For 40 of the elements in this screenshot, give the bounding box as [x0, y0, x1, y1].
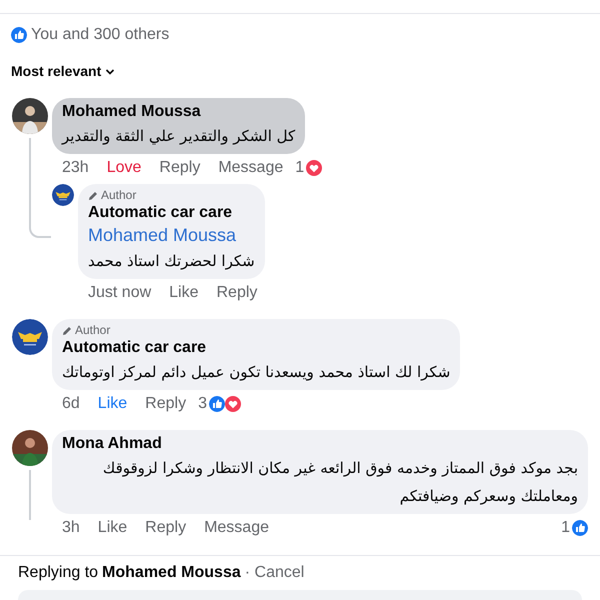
- reply-button[interactable]: Reply: [159, 158, 200, 178]
- message-button[interactable]: Message: [204, 518, 269, 538]
- message-button[interactable]: Message: [218, 158, 284, 178]
- react-button[interactable]: Like: [98, 518, 128, 538]
- sort-dropdown[interactable]: Most relevant: [0, 61, 116, 82]
- reply-target-name: Mohamed Moussa: [102, 563, 241, 583]
- cancel-link[interactable]: · Cancel: [244, 561, 304, 585]
- comment-time: Just now: [88, 283, 152, 303]
- commenter-name[interactable]: Automatic car care: [88, 203, 232, 223]
- reaction-count[interactable]: 1: [295, 158, 304, 178]
- reaction-count[interactable]: 3: [198, 394, 207, 414]
- react-button[interactable]: Like: [98, 394, 128, 414]
- replying-label: Replying to: [18, 563, 98, 583]
- reply-button[interactable]: Reply: [145, 394, 186, 414]
- chevron-down-icon: [105, 68, 116, 76]
- commenter-name[interactable]: Automatic car care: [62, 338, 206, 358]
- comment-text: بجد موكد فوق الممتاز وخدمه فوق الرائعه غير مكان الانتظار وشكرا لزوقوقك ومعاملتك وسعركم وضيافتكم: [102, 458, 578, 507]
- react-button[interactable]: Like: [169, 283, 198, 303]
- reply-button[interactable]: Reply: [145, 518, 186, 538]
- commenter-name[interactable]: Mona Ahmad: [62, 434, 162, 454]
- reply-button[interactable]: Reply: [216, 283, 258, 303]
- author-label: Author: [101, 188, 136, 203]
- comment-time: 23h: [62, 158, 89, 178]
- author-label: Author: [75, 323, 110, 338]
- logo-avatar[interactable]: [12, 319, 48, 355]
- comment-time: 6d: [62, 394, 80, 414]
- comment-text: شكرا لحضرتك استاذ محمد: [88, 251, 255, 272]
- commenter-name[interactable]: Mohamed Moussa: [62, 102, 201, 122]
- like-icon: [11, 27, 27, 43]
- reaction-count[interactable]: 1: [561, 518, 570, 538]
- comment-text: شكرا لك استاذ محمد ويسعدنا تكون عميل دائم لمركز اوتوماتك: [62, 362, 450, 383]
- comment-text: كل الشكر والتقدير علي الثقة والتقدير: [62, 126, 296, 147]
- react-button[interactable]: Love: [106, 158, 142, 178]
- mention-link[interactable]: Mohamed Moussa: [88, 223, 236, 247]
- thread-line: [29, 470, 31, 520]
- pencil-icon: [88, 190, 98, 200]
- logo-avatar[interactable]: [52, 184, 74, 206]
- pencil-icon: [62, 326, 72, 336]
- comment-time: 3h: [62, 518, 80, 538]
- reactions-summary[interactable]: You and 300 others: [31, 23, 170, 47]
